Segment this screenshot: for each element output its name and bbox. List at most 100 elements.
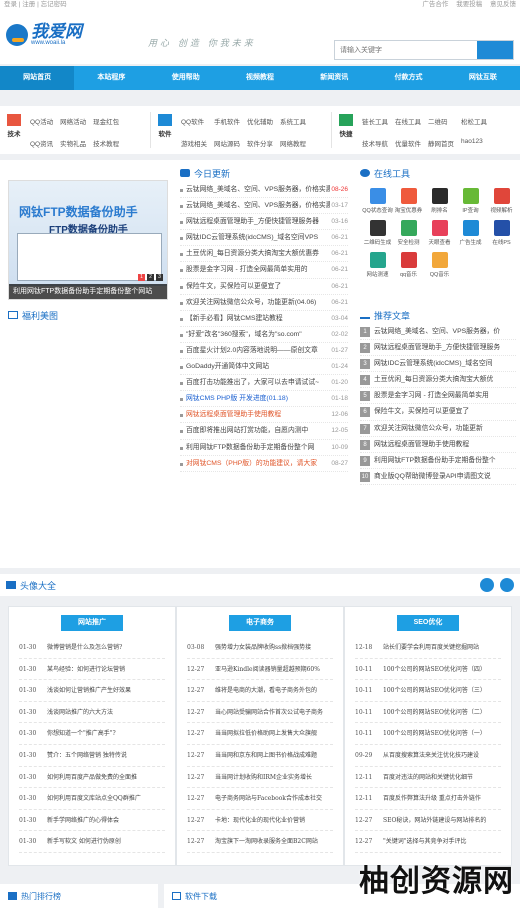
- item-title[interactable]: 3 网钛IDC云管理系统(idcCMS)_域名空间: [360, 356, 493, 371]
- recommend-item[interactable]: 6 保险牛文，买保险可以更便宜了: [360, 404, 516, 421]
- link-item[interactable]: QQ资讯: [30, 138, 53, 154]
- slide-caption[interactable]: 利用网钛FTP数据备份助手定期备份整个网站: [9, 284, 167, 299]
- link-item[interactable]: 在线工具: [395, 116, 421, 132]
- column-row[interactable]: 12-18 站长们要学会利用百度关键挖掘网站: [355, 637, 501, 659]
- row-title[interactable]: 站长们要学会利用百度关键挖掘网站: [383, 637, 479, 658]
- row-title[interactable]: 强势增力女装品牌收购ss掀档强势接: [215, 637, 311, 658]
- tool-item[interactable]: QQ音乐: [424, 252, 455, 278]
- tool-item[interactable]: 视频解析: [486, 188, 517, 214]
- tool-item[interactable]: IP查询: [455, 188, 486, 214]
- slide-dot[interactable]: 2: [147, 274, 154, 281]
- row-title[interactable]: 赞介：五个网络营销 独特传说: [47, 745, 127, 766]
- link-item[interactable]: 手机软件: [214, 116, 240, 132]
- row-title[interactable]: 当当网和京东和网上图书价格战成难题: [215, 745, 317, 766]
- row-title[interactable]: 你想知道一个"推广高手"?: [47, 723, 116, 744]
- recommend-item[interactable]: 3 网钛IDC云管理系统(idcCMS)_域名空间: [360, 356, 516, 373]
- nav-help[interactable]: 使用帮助: [149, 66, 223, 90]
- nav-news[interactable]: 新闻资讯: [297, 66, 371, 90]
- item-title[interactable]: 百度星火计划2.0内容落地说明——原创文章: [180, 343, 318, 358]
- column-row[interactable]: 12-11 百度对违法的网站和关键优化细节: [355, 767, 501, 789]
- item-title[interactable]: 10 商业版QQ帮助微博登录API申请图文说: [360, 469, 491, 484]
- tool-item[interactable]: 在线PS: [486, 220, 517, 246]
- link-item[interactable]: QQ活动: [30, 116, 53, 132]
- column-row[interactable]: 12-27 当当网计划收购和IRM企业实务增长: [187, 767, 333, 789]
- column-row[interactable]: 01-30 你想知道一个"推广高手"?: [19, 723, 165, 745]
- column-row[interactable]: 12-11 百度反作弊算法升级 重点打击外链作: [355, 788, 501, 810]
- nav-programs[interactable]: 本站程序: [74, 66, 148, 90]
- column-row[interactable]: 01-30 某鸟经验：如何进行论坛营销: [19, 659, 165, 681]
- link-item[interactable]: 系统工具: [280, 116, 306, 132]
- nav-payment[interactable]: 付款方式: [371, 66, 445, 90]
- row-title[interactable]: 100个公司的网站SEO优化问答（一）: [383, 723, 486, 744]
- tool-item[interactable]: 广告生成: [455, 220, 486, 246]
- row-title[interactable]: 百度对违法的网站和关键优化细节: [383, 767, 473, 788]
- row-title[interactable]: 淘宝旗下一淘网收录服务全面B2C网站: [215, 831, 318, 852]
- tool-item[interactable]: QQ状态查询: [362, 188, 393, 214]
- column-row[interactable]: 12-27 卡地：现代化业的现代化业价营销: [187, 810, 333, 832]
- item-title[interactable]: 网钛IDC云管理系统(idcCMS)_域名空间VPS: [180, 230, 318, 245]
- item-title[interactable]: 网钛远程桌面管理助手使用教程: [180, 407, 281, 422]
- row-title[interactable]: 当心网站受骗网站合作首次公试电子商务: [215, 702, 323, 723]
- link-item[interactable]: QQ软件: [181, 116, 207, 132]
- recommend-item[interactable]: 8 网钛远程桌面管理助手使用教程: [360, 437, 516, 453]
- row-title[interactable]: 当当网拟拉低价格助网上发售大众旗舰: [215, 723, 317, 744]
- link-item[interactable]: 静网首页: [428, 138, 454, 154]
- row-title[interactable]: 当当网计划收购和IRM企业实务增长: [215, 767, 312, 788]
- column-row[interactable]: 01-30 新手写软文 如何进行伪原创: [19, 831, 165, 853]
- column-row[interactable]: 03-08 强势增力女装品牌收购ss掀档强势接: [187, 637, 333, 659]
- top-link-feedback[interactable]: 意见反馈: [490, 1, 516, 8]
- row-title[interactable]: 亚马逊Kindle阅读器销量超越预期60%: [215, 659, 320, 680]
- list-item[interactable]: 百度即将推出网站打赏功能，自愿内测中 12-05: [180, 423, 348, 440]
- column-row[interactable]: 10-11 100个公司的网站SEO优化问答（二）: [355, 702, 501, 724]
- row-title[interactable]: "关键词"选择与其竞争对手评比: [383, 831, 467, 852]
- row-title[interactable]: 卡地：现代化业的现代化业价营销: [215, 810, 305, 831]
- link-item[interactable]: 松松工具: [461, 116, 487, 132]
- column-row[interactable]: 01-30 如何利用百度产品做免费的全面推: [19, 767, 165, 789]
- recommend-item[interactable]: 5 股票是金字习网 - 打造全网最简单实用: [360, 388, 516, 405]
- list-item[interactable]: 股票是金字习网 - 打造全网最简单实用的 06-21: [180, 262, 348, 279]
- login-links[interactable]: 登录 | 注册 | 忘记密码: [4, 0, 67, 10]
- item-title[interactable]: 对网钛CMS（PHP版）的功能建议，请大家: [180, 456, 317, 471]
- recommend-item[interactable]: 9 利用网钛FTP数据备份助手定期备份整个: [360, 453, 516, 469]
- list-item[interactable]: GoDaddy开通简体中文网站 01-24: [180, 359, 348, 376]
- link-item[interactable]: 优化辅助: [247, 116, 273, 132]
- column-row[interactable]: 12-27 淘宝旗下一淘网收录服务全面B2C网站: [187, 831, 333, 853]
- item-title[interactable]: 欢迎关注网钛微信公众号，功能更新(04.06): [180, 295, 316, 310]
- item-title[interactable]: GoDaddy开通简体中文网站: [180, 359, 269, 374]
- row-title[interactable]: 浅谈如何让营销推广产生好效果: [47, 680, 131, 701]
- column-row[interactable]: 12-27 SEO秘诀，网站外链建设与网站排名的: [355, 810, 501, 832]
- column-row[interactable]: 01-30 微博营销是什么及怎么营销?: [19, 637, 165, 659]
- tool-item[interactable]: 安全检测: [393, 220, 424, 246]
- tool-item[interactable]: 刷排名: [424, 188, 455, 214]
- row-title[interactable]: 新手学网络推广的心得体会: [47, 810, 119, 831]
- column-row[interactable]: 01-30 赞介：五个网络营销 独特传说: [19, 745, 165, 767]
- link-item[interactable]: 链长工具: [362, 116, 388, 132]
- link-item[interactable]: 游戏相关: [181, 138, 207, 154]
- slideshow[interactable]: 网钛FTP数据备份助手 FTP数据备份助手 1 2 3 利用网钛FTP数据备份助…: [8, 180, 168, 300]
- slide-dot[interactable]: 3: [156, 274, 163, 281]
- row-title[interactable]: 100个公司的网站SEO优化问答（四）: [383, 659, 486, 680]
- row-title[interactable]: 百度反作弊算法升级 重点打击外链作: [383, 788, 481, 809]
- item-title[interactable]: 云钛网络_美域名、空间、VPS服务器，价格实惠: [180, 198, 330, 213]
- column-row[interactable]: 10-11 100个公司的网站SEO优化问答（三）: [355, 680, 501, 702]
- row-title[interactable]: SEO秘诀，网站外链建设与网站排名的: [383, 810, 486, 831]
- item-title[interactable]: 4 土豆优闲_每日资源分类大搞淘宝大额优: [360, 372, 493, 387]
- column-row[interactable]: 01-30 新手学网络推广的心得体会: [19, 810, 165, 832]
- column-row[interactable]: 01-30 浅谈如何让营销推广产生好效果: [19, 680, 165, 702]
- recommend-item[interactable]: 2 网钛远程桌面管理助手_方便快捷管理服务: [360, 340, 516, 357]
- item-title[interactable]: 保险牛文，买保险可以更便宜了: [180, 279, 281, 294]
- row-title[interactable]: 某鸟经验：如何进行论坛营销: [47, 659, 125, 680]
- item-title[interactable]: 土豆优闲_每日资源分类大搞淘宝大额优惠券: [180, 246, 319, 261]
- link-item[interactable]: 软件分享: [247, 138, 273, 154]
- link-item[interactable]: 技术教程: [93, 138, 119, 154]
- link-item[interactable]: 现金红包: [93, 116, 119, 132]
- item-title[interactable]: 百度打击功能推出了，大家可以去申请试试~: [180, 375, 319, 390]
- next-arrow-icon[interactable]: [500, 578, 514, 592]
- list-item[interactable]: 欢迎关注网钛微信公众号，功能更新(04.06) 06-21: [180, 295, 348, 311]
- recommend-item[interactable]: 4 土豆优闲_每日资源分类大搞淘宝大额优: [360, 372, 516, 389]
- search-input[interactable]: [335, 41, 477, 59]
- row-title[interactable]: 电子商务网站与Facebook合作成本社交: [215, 788, 322, 809]
- link-item[interactable]: 网站源码: [214, 138, 240, 154]
- row-title[interactable]: 维将是电商的大潮，看电子商务外包的: [215, 680, 317, 701]
- column-row[interactable]: 12-27 电子商务网站与Facebook合作成本社交: [187, 788, 333, 810]
